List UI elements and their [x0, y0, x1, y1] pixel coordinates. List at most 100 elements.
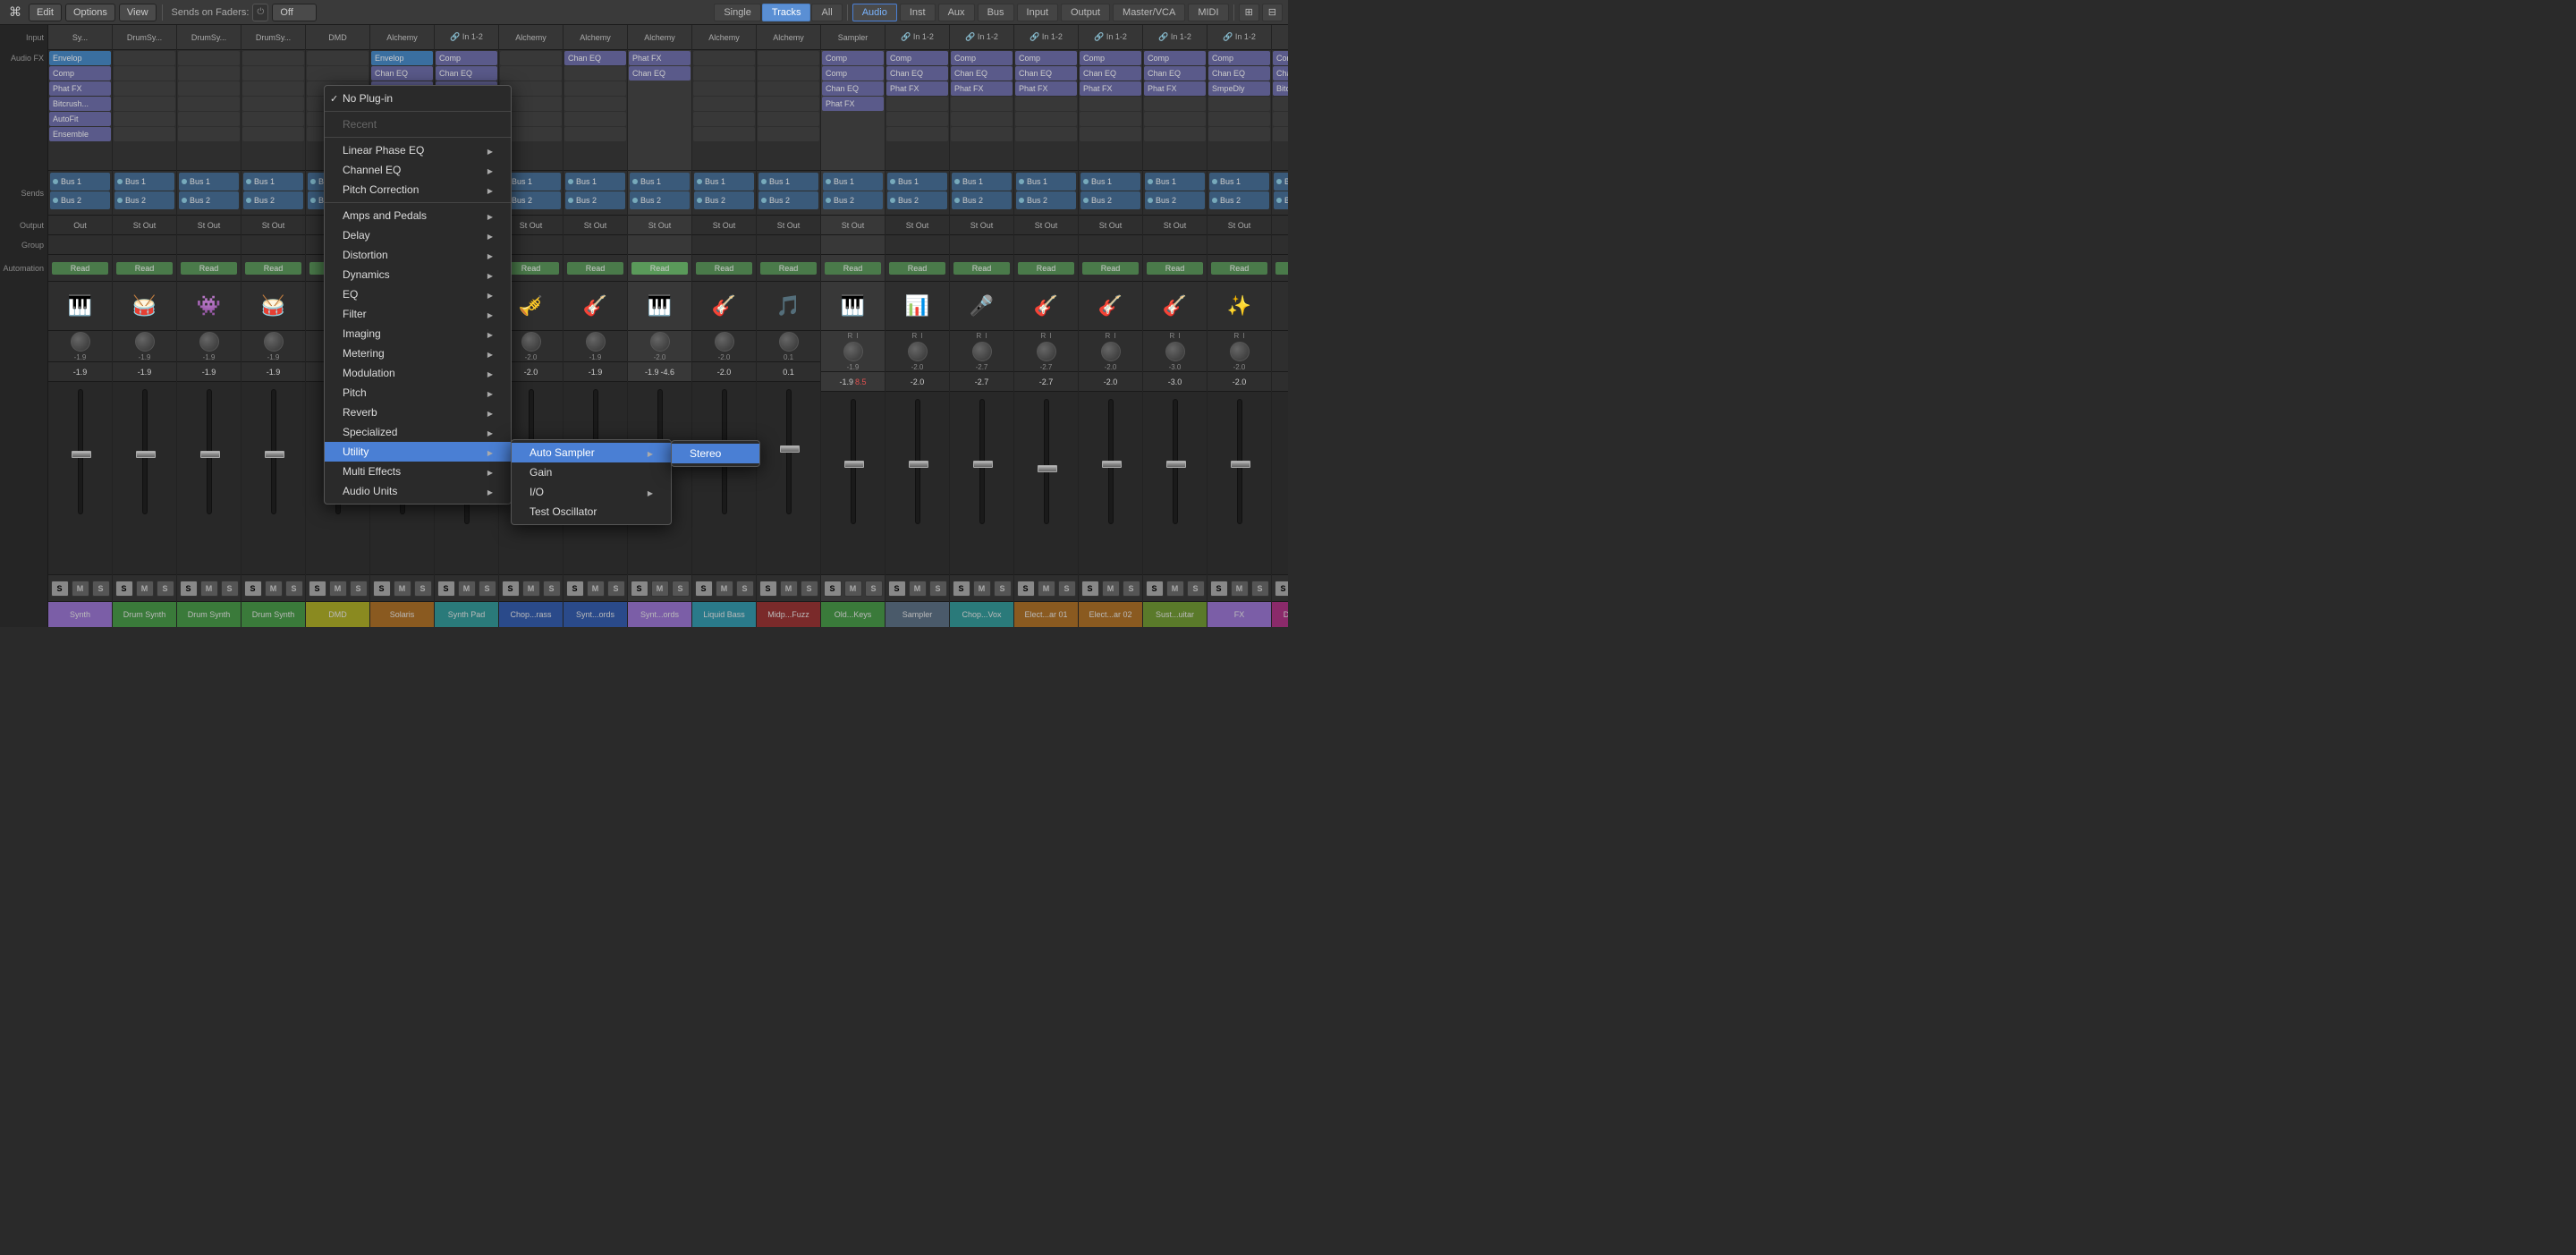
channel-fader[interactable]: [564, 382, 627, 575]
channel-name[interactable]: Liquid Bass: [692, 602, 756, 627]
fx-slot[interactable]: PtVerb: [371, 112, 433, 126]
solo-btn[interactable]: S: [953, 581, 970, 597]
channel-input[interactable]: Alchemy: [564, 25, 627, 50]
fx-slot-empty[interactable]: [693, 112, 755, 126]
channel-output[interactable]: St Out: [692, 216, 756, 235]
fx-slot-empty[interactable]: [114, 51, 175, 65]
solo-btn[interactable]: S: [566, 581, 584, 597]
fx-slot[interactable]: Comp: [1144, 51, 1206, 65]
fader-cap[interactable]: [780, 445, 800, 453]
fx-slot-empty[interactable]: [951, 112, 1013, 126]
channel-input[interactable]: DrumSy...: [113, 25, 176, 50]
options-menu-btn[interactable]: Options: [65, 4, 115, 21]
channel-group[interactable]: [1272, 235, 1288, 255]
fx-slot-empty[interactable]: [886, 127, 948, 141]
channel-fader[interactable]: [1014, 392, 1078, 575]
fx-slot-empty[interactable]: [500, 127, 562, 141]
channel-name[interactable]: Synth: [48, 602, 112, 627]
channel-input[interactable]: DrumSy...: [242, 25, 305, 50]
channel-fader[interactable]: [692, 382, 756, 575]
pan-knob[interactable]: [1230, 342, 1250, 361]
channel-output[interactable]: St Out: [1208, 216, 1271, 235]
pan-knob[interactable]: [1165, 342, 1185, 361]
mute-btn[interactable]: M: [1231, 581, 1249, 597]
fx-slot-empty[interactable]: [436, 127, 497, 141]
fx-slot-empty[interactable]: [1273, 112, 1288, 126]
channel-fader[interactable]: [113, 382, 176, 575]
channel-output[interactable]: St Out: [950, 216, 1013, 235]
mute-btn-2[interactable]: S: [736, 581, 754, 597]
mute-btn[interactable]: M: [716, 581, 733, 597]
send-slot-1[interactable]: Bus 1: [114, 173, 174, 191]
send-slot-1[interactable]: Bus 1: [372, 173, 432, 191]
channel-name[interactable]: Synt...ords: [564, 602, 627, 627]
channel-group[interactable]: [370, 235, 434, 255]
channel-automation[interactable]: Read: [435, 255, 498, 282]
fx-slot-empty[interactable]: [178, 112, 240, 126]
fx-slot[interactable]: Chan EQ: [951, 66, 1013, 81]
fader-cap[interactable]: [522, 451, 542, 458]
fader-cap[interactable]: [587, 451, 606, 458]
channel-input[interactable]: 🔗 In 1-2: [950, 25, 1013, 50]
fx-slot-empty[interactable]: [758, 81, 819, 96]
fx-slot-empty[interactable]: [693, 127, 755, 141]
send-slot-1[interactable]: Bus 1: [179, 173, 239, 191]
send-slot-1[interactable]: Bus 1: [565, 173, 625, 191]
channel-output[interactable]: St Out: [757, 216, 820, 235]
fader-cap[interactable]: [844, 461, 864, 468]
fx-slot[interactable]: Phat FX: [951, 81, 1013, 96]
solo-btn[interactable]: S: [1017, 581, 1035, 597]
channel-automation[interactable]: Read: [628, 255, 691, 282]
channel-group[interactable]: [1014, 235, 1078, 255]
send-slot-1[interactable]: Bus 1: [1209, 173, 1269, 191]
send-slot-2[interactable]: Bus 2: [308, 191, 368, 209]
audio-tab[interactable]: Audio: [852, 4, 897, 21]
fader-cap[interactable]: [329, 442, 349, 449]
fx-slot-empty[interactable]: [436, 112, 497, 126]
fx-slot-empty[interactable]: [178, 127, 240, 141]
channel-group[interactable]: [757, 235, 820, 255]
mute-btn[interactable]: M: [1166, 581, 1184, 597]
send-slot-1[interactable]: Bus 1: [952, 173, 1012, 191]
fx-slot[interactable]: Chan EQ: [371, 66, 433, 81]
solo-btn[interactable]: S: [373, 581, 391, 597]
fx-slot-empty[interactable]: [629, 127, 691, 141]
automation-btn[interactable]: Read: [1082, 262, 1140, 275]
mute-btn[interactable]: M: [329, 581, 347, 597]
fx-slot-empty[interactable]: [500, 66, 562, 81]
channel-fader[interactable]: [1208, 392, 1271, 575]
fx-slot-empty[interactable]: [242, 51, 304, 65]
fx-slot-empty[interactable]: [178, 81, 240, 96]
mute-btn-2[interactable]: S: [479, 581, 496, 597]
channel-name[interactable]: FX: [1208, 602, 1271, 627]
channel-instrument[interactable]: 🥁: [113, 282, 176, 331]
fx-slot[interactable]: Chan EQ: [1015, 66, 1077, 81]
fx-slot-empty[interactable]: [564, 127, 626, 141]
fx-slot-empty[interactable]: [307, 112, 369, 126]
channel-name[interactable]: Solaris: [370, 602, 434, 627]
output-tab[interactable]: Output: [1061, 4, 1110, 21]
mute-btn-2[interactable]: S: [865, 581, 883, 597]
fx-slot[interactable]: Comp: [951, 51, 1013, 65]
channel-group[interactable]: [886, 235, 949, 255]
channel-automation[interactable]: Read: [564, 255, 627, 282]
channel-pan[interactable]: -1.9: [564, 331, 627, 362]
send-slot-1[interactable]: Bus 1: [887, 173, 947, 191]
apple-menu-icon[interactable]: ⌘: [5, 4, 25, 20]
bus-tab[interactable]: Bus: [978, 4, 1014, 21]
channel-input[interactable]: Alchemy: [370, 25, 434, 50]
inst-tab[interactable]: Inst: [900, 4, 936, 21]
channel-output[interactable]: St Out: [113, 216, 176, 235]
channel-name[interactable]: Elect...ar 02: [1079, 602, 1142, 627]
send-slot-1[interactable]: Bus 1: [823, 173, 883, 191]
fx-slot-empty[interactable]: [1015, 127, 1077, 141]
send-slot-1[interactable]: Bus 1: [243, 173, 303, 191]
channel-automation[interactable]: Read: [950, 255, 1013, 282]
channel-output[interactable]: St Out: [1143, 216, 1207, 235]
fx-slot-empty[interactable]: [307, 81, 369, 96]
fx-slot-empty[interactable]: [758, 112, 819, 126]
channel-input[interactable]: 🔗 In 1-2: [435, 25, 498, 50]
mute-btn-2[interactable]: S: [221, 581, 239, 597]
fader-cap[interactable]: [716, 451, 735, 458]
fx-slot-empty[interactable]: [178, 66, 240, 81]
